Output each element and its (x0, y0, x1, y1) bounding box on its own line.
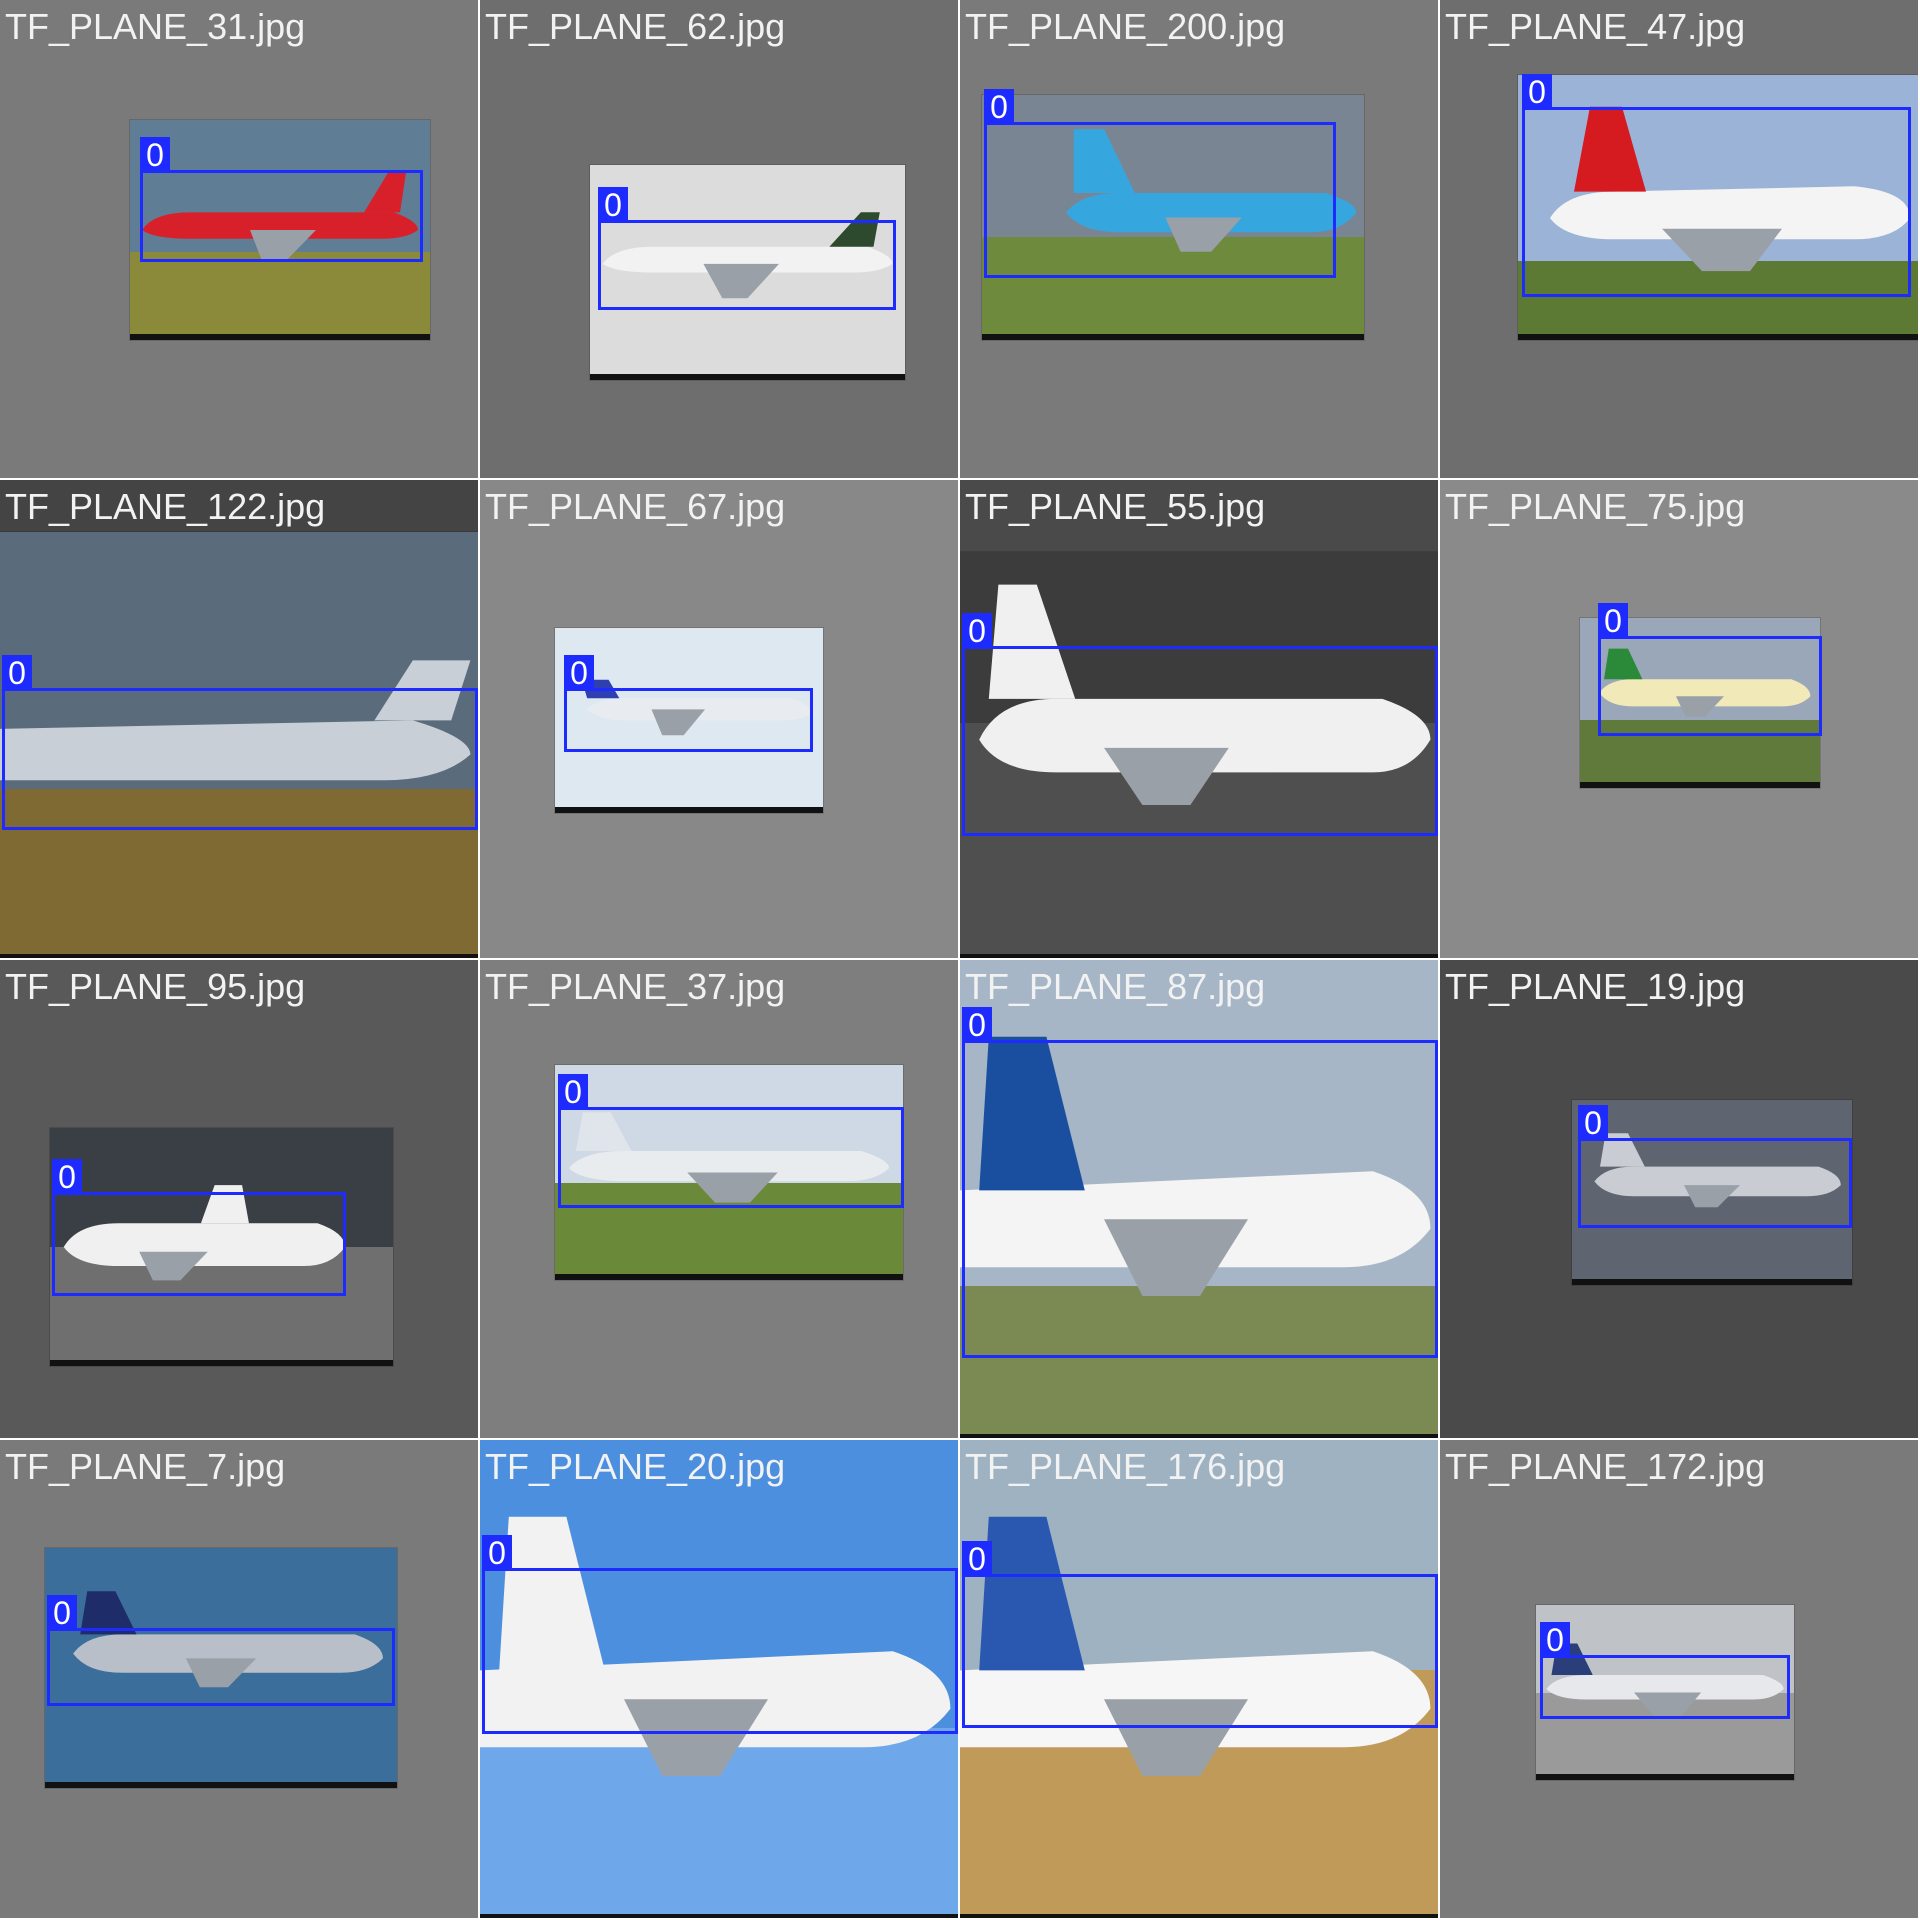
detection-box[interactable]: 0 (47, 1595, 395, 1706)
tile-filename: TF_PLANE_55.jpg (965, 486, 1266, 527)
tile-filename: TF_PLANE_95.jpg (5, 966, 306, 1007)
image-tile[interactable]: TF_PLANE_62.jpg 0 (480, 0, 960, 480)
detection-box[interactable]: 0 (2, 655, 478, 830)
detection-box[interactable]: 0 (482, 1535, 958, 1734)
class-label: 0 (482, 1535, 512, 1571)
class-label: 0 (962, 1541, 992, 1577)
image-tile[interactable]: TF_PLANE_172.jpg 0 (1440, 1440, 1920, 1920)
detection-box[interactable]: 0 (52, 1159, 346, 1296)
image-tile[interactable]: TF_PLANE_37.jpg 0 (480, 960, 960, 1440)
detection-box[interactable]: 0 (962, 1541, 1438, 1728)
detection-box[interactable]: 0 (984, 89, 1336, 278)
class-label: 0 (984, 89, 1014, 125)
class-label: 0 (564, 655, 594, 691)
image-tile[interactable]: TF_PLANE_55.jpg 0 (960, 480, 1440, 960)
class-label: 0 (1598, 603, 1628, 639)
class-label: 0 (962, 1007, 992, 1043)
tile-filename: TF_PLANE_75.jpg (1445, 486, 1746, 527)
detection-box[interactable]: 0 (1598, 603, 1822, 736)
tile-filename: TF_PLANE_122.jpg (5, 486, 326, 527)
class-label: 0 (2, 655, 32, 691)
class-label: 0 (558, 1074, 588, 1110)
class-label: 0 (1522, 74, 1552, 110)
image-tile[interactable]: TF_PLANE_47.jpg 0 (1440, 0, 1920, 480)
image-tile[interactable]: TF_PLANE_31.jpg 0 (0, 0, 480, 480)
class-label: 0 (47, 1595, 77, 1631)
tile-filename: TF_PLANE_31.jpg (5, 6, 306, 47)
class-label: 0 (598, 187, 628, 223)
detection-box[interactable]: 0 (1578, 1105, 1852, 1228)
detection-box[interactable]: 0 (962, 1007, 1438, 1358)
detection-box[interactable]: 0 (564, 655, 813, 752)
tile-filename: TF_PLANE_19.jpg (1445, 966, 1746, 1007)
tile-filename: TF_PLANE_200.jpg (965, 6, 1286, 47)
image-tile[interactable]: TF_PLANE_200.jpg 0 (960, 0, 1440, 480)
detection-box[interactable]: 0 (598, 187, 896, 310)
image-tile[interactable]: TF_PLANE_176.jpg 0 (960, 1440, 1440, 1920)
class-label: 0 (52, 1159, 82, 1195)
image-tile[interactable]: TF_PLANE_20.jpg 0 (480, 1440, 960, 1920)
detection-box[interactable]: 0 (1540, 1622, 1790, 1719)
tile-filename: TF_PLANE_47.jpg (1445, 6, 1746, 47)
mosaic-grid: TF_PLANE_31.jpg 0 TF_PLANE_62.jpg 0 TF_P… (0, 0, 1920, 1920)
image-tile[interactable]: TF_PLANE_7.jpg 0 (0, 1440, 480, 1920)
image-tile[interactable]: TF_PLANE_75.jpg 0 (1440, 480, 1920, 960)
tile-filename: TF_PLANE_37.jpg (485, 966, 786, 1007)
tile-filename: TF_PLANE_20.jpg (485, 1446, 786, 1487)
tile-filename: TF_PLANE_67.jpg (485, 486, 786, 527)
detection-box[interactable]: 0 (558, 1074, 904, 1208)
tile-filename: TF_PLANE_7.jpg (5, 1446, 286, 1487)
image-tile[interactable]: TF_PLANE_87.jpg 0 (960, 960, 1440, 1440)
class-label: 0 (1578, 1105, 1608, 1141)
detection-box[interactable]: 0 (1522, 74, 1911, 297)
detection-box[interactable]: 0 (140, 137, 423, 262)
tile-filename: TF_PLANE_172.jpg (1445, 1446, 1766, 1487)
tile-filename: TF_PLANE_176.jpg (965, 1446, 1286, 1487)
tile-filename: TF_PLANE_87.jpg (965, 966, 1266, 1007)
tile-filename: TF_PLANE_62.jpg (485, 6, 786, 47)
class-label: 0 (962, 613, 992, 649)
image-tile[interactable]: TF_PLANE_67.jpg 0 (480, 480, 960, 960)
image-tile[interactable]: TF_PLANE_95.jpg 0 (0, 960, 480, 1440)
class-label: 0 (140, 137, 170, 173)
image-tile[interactable]: TF_PLANE_19.jpg 0 (1440, 960, 1920, 1440)
class-label: 0 (1540, 1622, 1570, 1658)
detection-box[interactable]: 0 (962, 613, 1438, 836)
image-tile[interactable]: TF_PLANE_122.jpg 0 (0, 480, 480, 960)
